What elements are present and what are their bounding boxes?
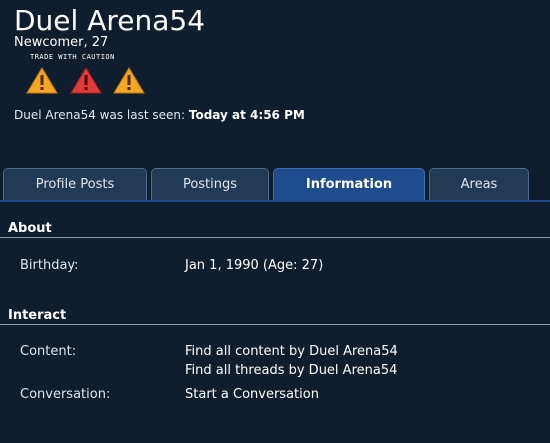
profile-username: Duel Arena54 xyxy=(14,4,206,37)
tabs-underline xyxy=(0,200,550,202)
birthday-value: Jan 1, 1990 (Age: 27) xyxy=(185,258,324,273)
interact-heading: Interact xyxy=(8,308,67,323)
trade-caution-text: TRADE WITH CAUTION xyxy=(30,53,115,61)
last-seen: Duel Arena54 was last seen: Today at 4:5… xyxy=(14,108,305,122)
conversation-label: Conversation: xyxy=(20,387,111,402)
tab-information[interactable]: Information xyxy=(273,168,425,200)
about-divider xyxy=(0,237,550,238)
interact-divider xyxy=(0,324,550,325)
birthday-label: Birthday: xyxy=(20,258,79,273)
warning-icon xyxy=(113,67,145,94)
user-title: Newcomer, 27 xyxy=(14,35,109,50)
warning-icon xyxy=(70,67,102,94)
find-all-threads-link[interactable]: Find all threads by Duel Arena54 xyxy=(185,363,397,378)
find-all-content-link[interactable]: Find all content by Duel Arena54 xyxy=(185,344,398,359)
tab-areas[interactable]: Areas xyxy=(429,168,529,200)
about-heading: About xyxy=(8,221,52,236)
trade-caution-banner: TRADE WITH CAUTION xyxy=(26,50,150,98)
warning-icon xyxy=(26,67,58,94)
content-label: Content: xyxy=(20,344,77,359)
tab-profile-posts[interactable]: Profile Posts xyxy=(3,168,147,200)
last-seen-prefix: Duel Arena54 was last seen: xyxy=(14,108,186,122)
last-seen-time: Today at 4:56 PM xyxy=(188,108,305,122)
start-conversation-link[interactable]: Start a Conversation xyxy=(185,387,319,402)
tab-postings[interactable]: Postings xyxy=(151,168,269,200)
